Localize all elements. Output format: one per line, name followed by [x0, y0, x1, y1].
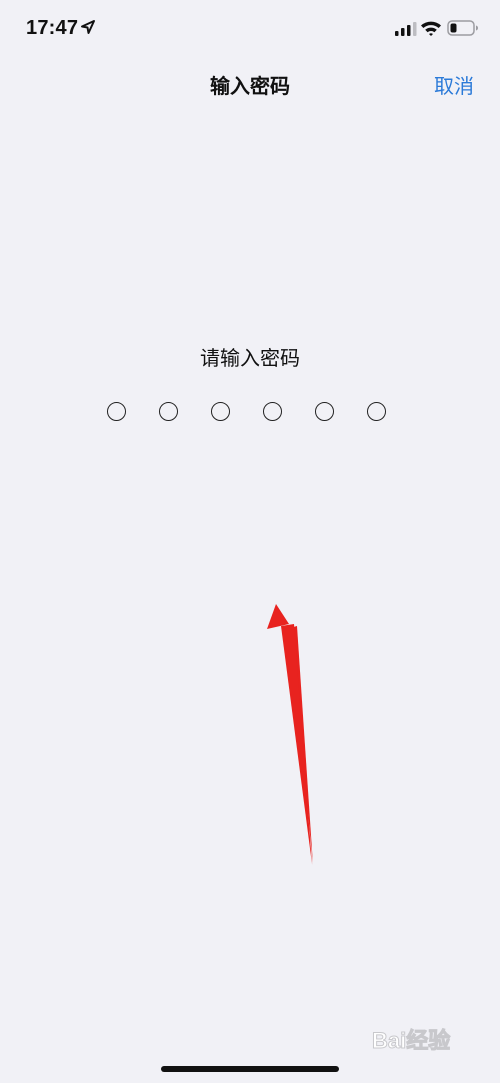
location-arrow-icon	[81, 20, 95, 34]
passcode-dot	[159, 402, 178, 421]
home-indicator[interactable]	[161, 1066, 339, 1072]
watermark-text: Bai经验	[372, 1028, 450, 1053]
passcode-dot	[367, 402, 386, 421]
cellular-signal-icon	[395, 22, 417, 36]
status-bar: 17:47	[0, 0, 500, 58]
passcode-prompt: 请输入密码	[200, 346, 300, 370]
passcode-dots[interactable]	[107, 402, 393, 426]
baidu-jingyan-watermark: Bai经验	[372, 1028, 451, 1054]
status-time: 17:47	[26, 17, 79, 39]
passcode-dot	[263, 402, 282, 421]
wifi-icon	[421, 21, 441, 36]
passcode-dot	[107, 402, 126, 421]
passcode-dot	[315, 402, 334, 421]
battery-icon	[447, 20, 478, 36]
cancel-button[interactable]: 取消	[434, 70, 474, 99]
annotation-arrow	[267, 604, 313, 865]
passcode-dot	[211, 402, 230, 421]
page-title: 输入密码	[210, 74, 290, 98]
